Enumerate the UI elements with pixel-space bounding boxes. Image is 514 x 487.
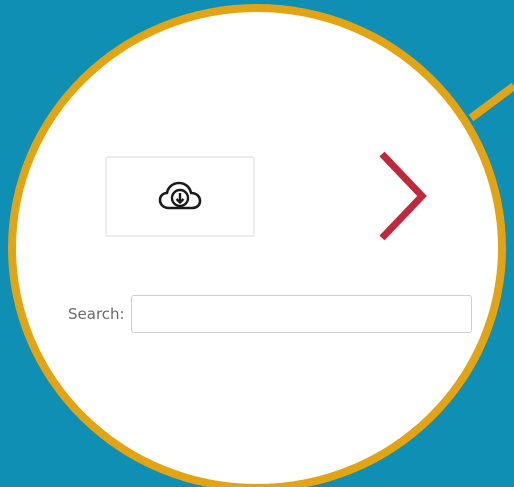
search-input[interactable] (130, 295, 472, 333)
chevron-right-icon[interactable] (374, 150, 430, 242)
cloud-download-icon (158, 181, 202, 209)
screenshot-page: { "download": { "icon": "cloud-download-… (0, 0, 514, 487)
search-label: Search: (68, 305, 125, 323)
zoom-callout-circle: Search: (8, 4, 506, 487)
download-button[interactable] (105, 156, 255, 237)
search-row: Search: (68, 295, 472, 333)
